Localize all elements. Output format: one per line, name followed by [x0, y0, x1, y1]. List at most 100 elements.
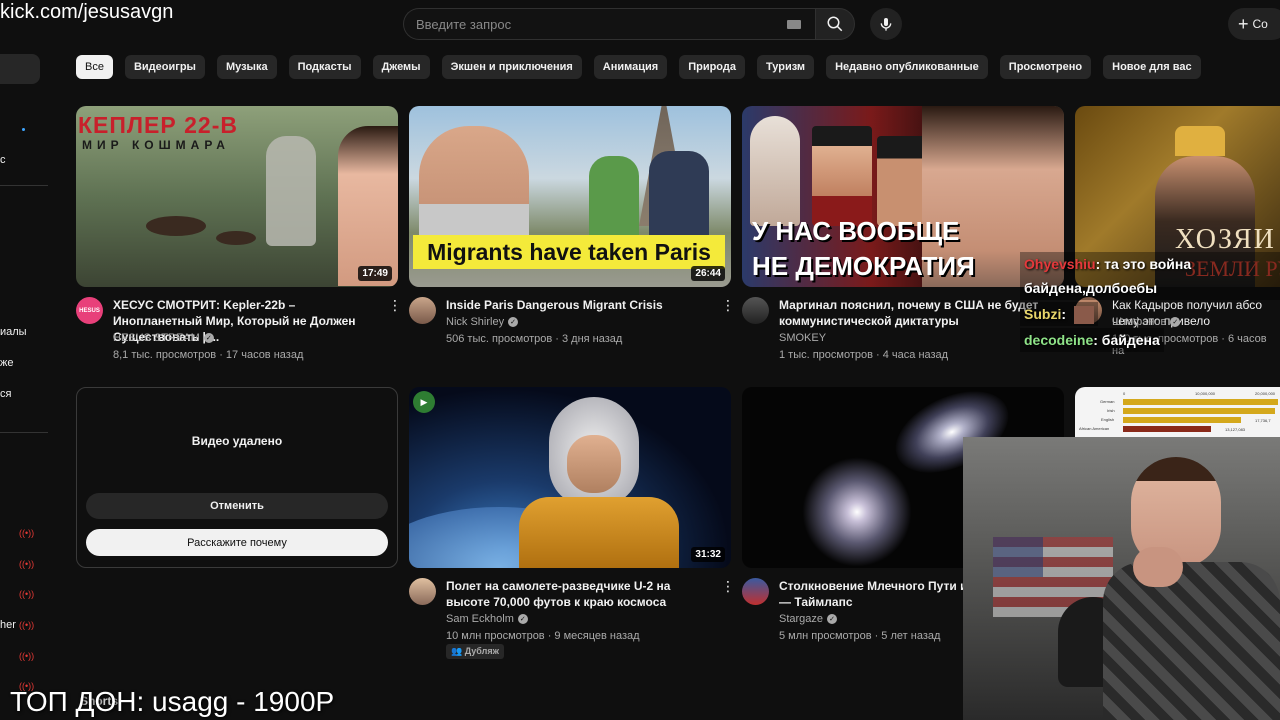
- undo-button[interactable]: Отменить: [86, 493, 388, 519]
- removed-video-card: Видео удалено Отменить Расскажите почему: [76, 387, 398, 568]
- sidebar-item-home[interactable]: [0, 54, 40, 84]
- sidebar-item-label[interactable]: her: [0, 619, 16, 631]
- video-thumbnail[interactable]: ▶ 31:32: [409, 387, 731, 568]
- person-figure: [750, 116, 800, 226]
- video-card[interactable]: Migrants have taken Paris 26:44 Inside P…: [409, 106, 735, 367]
- people-icon: 👥: [451, 646, 463, 656]
- chip-animation[interactable]: Анимация: [593, 55, 668, 79]
- chat-overlay: Ohyevshiu: та это война байдена,долбоебы…: [1020, 252, 1280, 354]
- video-stats: 1 тыс. просмотров · 4 часа назад: [779, 349, 949, 361]
- chip-nature[interactable]: Природа: [679, 55, 745, 79]
- create-label: Со: [1252, 17, 1268, 31]
- chat-message: decodeine: байдена: [1020, 328, 1164, 352]
- search-icon: [827, 16, 843, 32]
- person-figure: [877, 136, 927, 226]
- tell-why-button[interactable]: Расскажите почему: [86, 529, 388, 556]
- search-input[interactable]: [416, 16, 776, 32]
- channel-avatar[interactable]: [409, 297, 436, 324]
- crown-shape: [1175, 126, 1225, 156]
- sidebar-item-label[interactable]: иалы: [0, 326, 27, 338]
- video-thumbnail[interactable]: 0 10,000,000 20,000,000 German Irish Eng…: [1075, 387, 1280, 437]
- dub-label: Дубляж: [464, 646, 499, 656]
- thumbnail-text: КЕПЛЕР 22-В: [78, 112, 238, 138]
- channel-name[interactable]: Nick Shirley ✓: [446, 316, 519, 328]
- chat-message: Ohyevshiu: та это война байдена,долбоебы: [1020, 252, 1280, 300]
- channel-name[interactable]: SMOKEY: [779, 332, 826, 344]
- channel-name[interactable]: Stargaze ✓: [779, 613, 838, 625]
- keyboard-icon[interactable]: [787, 20, 801, 29]
- removed-video-title: Видео удалено: [191, 434, 283, 448]
- video-title[interactable]: Маргинал пояснил, почему в США не будет …: [779, 297, 1049, 329]
- notification-dot: [22, 128, 25, 131]
- more-options-icon[interactable]: ⋮: [721, 579, 735, 593]
- video-meta: Маргинал пояснил, почему в США не будет …: [742, 287, 1064, 367]
- video-title[interactable]: Полет на самолете-разведчике U-2 на высо…: [446, 578, 716, 610]
- chip-podcasts[interactable]: Подкасты: [288, 55, 361, 79]
- chat-text: : байдена: [1093, 332, 1160, 348]
- chip-new-for-you[interactable]: Новое для вас: [1103, 55, 1201, 79]
- video-title[interactable]: Столкновение Млечного Пути и — Таймлапс: [779, 578, 969, 610]
- video-card[interactable]: ▶ 31:32 Полет на самолете-разведчике U-2…: [409, 387, 735, 659]
- thumbnail-text: Migrants have taken Paris: [427, 238, 711, 265]
- stream-url-overlay: kick.com/jesusavgn: [0, 1, 174, 23]
- sidebar-item-label[interactable]: ся: [0, 388, 11, 400]
- search-box[interactable]: [403, 8, 815, 40]
- channel-avatar[interactable]: [409, 578, 436, 605]
- create-button[interactable]: + Со: [1228, 8, 1280, 40]
- chip-action-adventure[interactable]: Экшен и приключения: [441, 55, 582, 79]
- video-card[interactable]: У НАС ВООБЩЕ НЕ ДЕМОКРАТИЯ Маргинал пояс…: [742, 106, 1064, 367]
- video-card[interactable]: 0 10,000,000 20,000,000 German Irish Eng…: [1075, 387, 1280, 437]
- chart-bar: [1123, 426, 1211, 432]
- verified-icon: ✓: [827, 614, 838, 624]
- face-figure: [338, 126, 398, 286]
- chart-value: 17,736,7: [1255, 418, 1271, 423]
- chip-tourism[interactable]: Туризм: [756, 55, 815, 79]
- chart-label: Irish: [1107, 408, 1115, 413]
- top-header: + Со: [0, 0, 1280, 48]
- channel-name[interactable]: Sam Eckholm ✓: [446, 613, 528, 625]
- channel-avatar[interactable]: [742, 578, 769, 605]
- chip-recently-uploaded[interactable]: Недавно опубликованные: [826, 55, 988, 79]
- search-button[interactable]: [815, 8, 855, 40]
- chip-jams[interactable]: Джемы: [372, 55, 430, 79]
- live-icon: ((•)): [19, 559, 35, 569]
- video-card[interactable]: КЕПЛЕР 22-В МИР КОШМАРА 17:49 HESUS ХЕСУ…: [76, 106, 402, 367]
- video-thumbnail[interactable]: Migrants have taken Paris 26:44: [409, 106, 731, 287]
- channel-avatar[interactable]: [742, 297, 769, 324]
- live-icon: ((•)): [19, 651, 35, 661]
- streamer-webcam: [963, 437, 1280, 720]
- emote-icon: [1073, 306, 1094, 325]
- sidebar-item-label[interactable]: же: [0, 357, 13, 369]
- chat-text: :: [1061, 306, 1067, 322]
- channel-avatar[interactable]: HESUS: [76, 297, 103, 324]
- more-options-icon[interactable]: ⋮: [388, 298, 402, 312]
- streamer-hand: [1133, 547, 1183, 587]
- streamer-shirt: [1103, 562, 1280, 720]
- chart-tick: 20,000,000: [1255, 391, 1276, 396]
- voice-search-button[interactable]: [870, 8, 902, 40]
- chip-all[interactable]: Все: [76, 55, 113, 79]
- thumbnail-subtext: МИР КОШМАРА: [82, 138, 230, 152]
- video-duration: 17:49: [358, 266, 392, 281]
- galaxy-shape: [802, 457, 912, 567]
- channel-name[interactable]: HESUS STREAM ✓: [113, 332, 214, 344]
- video-meta: Inside Paris Dangerous Migrant Crisis Ni…: [409, 287, 735, 367]
- chart-value: 13,127,083: [1225, 427, 1246, 432]
- more-options-icon[interactable]: ⋮: [721, 298, 735, 312]
- astronaut-figure: [266, 136, 316, 246]
- avatar-text: HESUS: [79, 307, 100, 314]
- chip-videogames[interactable]: Видеоигры: [124, 55, 205, 79]
- video-title[interactable]: Inside Paris Dangerous Migrant Crisis: [446, 297, 716, 313]
- video-thumbnail[interactable]: КЕПЛЕР 22-В МИР КОШМАРА 17:49: [76, 106, 398, 287]
- verified-icon: ✓: [517, 614, 528, 624]
- chip-music[interactable]: Музыка: [216, 55, 277, 79]
- spider-shape: [146, 216, 206, 236]
- chart-tick: 0: [1123, 391, 1126, 396]
- chip-watched[interactable]: Просмотрено: [999, 55, 1092, 79]
- chart-bar: [1123, 399, 1278, 405]
- chart-bar: [1123, 408, 1275, 414]
- channel-label: Nick Shirley: [446, 316, 505, 328]
- video-thumbnail[interactable]: У НАС ВООБЩЕ НЕ ДЕМОКРАТИЯ: [742, 106, 1064, 287]
- live-icon: ((•)): [19, 620, 35, 630]
- sidebar-item-label[interactable]: с: [0, 154, 6, 166]
